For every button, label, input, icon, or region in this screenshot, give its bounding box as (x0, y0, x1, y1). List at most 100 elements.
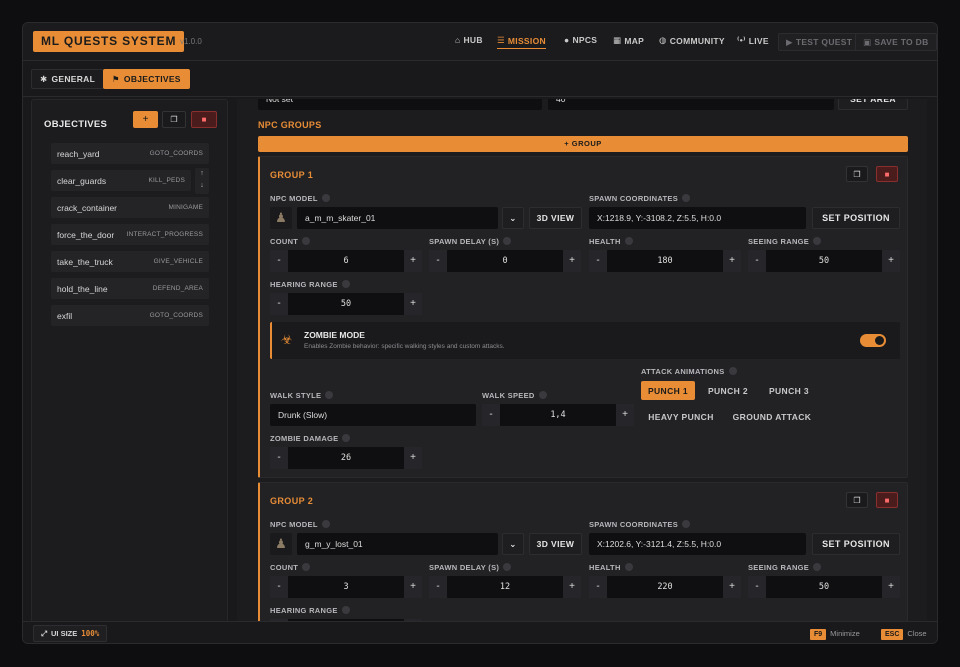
increment-button[interactable]: + (882, 576, 900, 598)
hearing-range-stepper[interactable]: -50 + (270, 293, 422, 315)
attack-chip-ground-attack[interactable]: GROUND ATTACK (732, 407, 812, 426)
help-icon (813, 237, 822, 245)
list-item[interactable]: force_the_door INTERACT_PROGRESS (51, 224, 209, 245)
increment-button[interactable]: + (616, 404, 634, 426)
decrement-button[interactable]: - (270, 447, 288, 469)
radius-field[interactable]: 40 (548, 99, 834, 110)
npc-model-input[interactable]: g_m_y_lost_01 (297, 533, 498, 555)
save-to-db-button[interactable]: ▣ SAVE TO DB (855, 33, 937, 51)
attack-chip-punch-1[interactable]: PUNCH 1 (641, 381, 695, 400)
decrement-button[interactable]: - (270, 576, 288, 598)
zombie-damage-stepper[interactable]: -26 + (270, 447, 422, 469)
globe-icon: ◍ (659, 35, 667, 45)
help-icon (302, 237, 311, 245)
reorder-control[interactable]: ↑ ↓ (195, 168, 209, 194)
spawn-coords-input[interactable]: X:1202.6, Y:-3121.4, Z:5.5, H:0.0 (589, 533, 806, 555)
decrement-button[interactable]: - (748, 576, 766, 598)
health-label: HEALTH (589, 563, 633, 572)
seeing-range-stepper[interactable]: -50 + (748, 576, 900, 598)
increment-button[interactable]: + (882, 250, 900, 272)
person-icon: ♟ (275, 536, 287, 551)
copy-icon: ❐ (853, 495, 861, 505)
list-item[interactable]: crack_container MINIGAME (51, 197, 209, 218)
count-stepper[interactable]: -6 + (270, 250, 422, 272)
app-window: ML QUESTS SYSTEM v1.0.0 ⌂ HUB ☰ MISSION ● N… (22, 22, 938, 644)
spawn-delay-label: SPAWN DELAY (S) (429, 237, 512, 246)
model-dropdown-button[interactable]: ⌄ (502, 533, 524, 555)
minimize-hint[interactable]: F9 Minimize (810, 629, 860, 640)
delete-group-button[interactable]: ■ (876, 166, 898, 182)
trash-icon: ■ (884, 495, 890, 505)
footer-bar: ⤢ UI SIZE 100% F9 Minimize ESC Close (23, 621, 937, 643)
add-objective-button[interactable]: + (133, 111, 158, 128)
duplicate-objective-button[interactable]: ❐ (162, 111, 186, 128)
increment-button[interactable]: + (404, 293, 422, 315)
resize-icon: ⤢ (41, 628, 47, 638)
decrement-button[interactable]: - (429, 576, 447, 598)
list-item[interactable]: clear_guards KILL_PEDS (51, 170, 191, 191)
nav-map[interactable]: ▦ MAP (613, 35, 644, 46)
model-dropdown-button[interactable]: ⌄ (502, 207, 524, 229)
decrement-button[interactable]: - (429, 250, 447, 272)
list-item[interactable]: take_the_truck GIVE_VEHICLE (51, 251, 209, 272)
help-icon (341, 606, 350, 614)
tab-general[interactable]: ✱ GENERAL (31, 69, 105, 89)
spawn-coords-input[interactable]: X:1218.9, Y:-3108.2, Z:5.5, H:0.0 (589, 207, 806, 229)
test-quest-button[interactable]: ▶ TEST QUEST (778, 33, 861, 51)
list-item[interactable]: reach_yard GOTO_COORDS (51, 143, 209, 164)
nav-hub[interactable]: ⌂ HUB (455, 35, 483, 45)
add-group-button[interactable]: + GROUP (258, 136, 908, 152)
spawn-delay-stepper[interactable]: -0 + (429, 250, 581, 272)
decrement-button[interactable]: - (589, 250, 607, 272)
set-position-button[interactable]: SET POSITION (812, 207, 900, 229)
nav-live[interactable]: ⁽•⁾ LIVE (737, 35, 769, 46)
decrement-button[interactable]: - (270, 250, 288, 272)
health-stepper[interactable]: -180 + (589, 250, 741, 272)
nav-mission[interactable]: ☰ MISSION (497, 35, 546, 49)
play-icon: ▶ (786, 36, 793, 47)
increment-button[interactable]: + (563, 576, 581, 598)
npc-model-input[interactable]: a_m_m_skater_01 (297, 207, 498, 229)
area-field[interactable]: Not set (258, 99, 542, 110)
walk-speed-stepper[interactable]: -1,4 + (482, 404, 634, 426)
increment-button[interactable]: + (723, 250, 741, 272)
increment-button[interactable]: + (404, 250, 422, 272)
set-area-button[interactable]: SET AREA (838, 99, 908, 110)
decrement-button[interactable]: - (482, 404, 500, 426)
npc-groups-title: NPC GROUPS (258, 120, 322, 130)
health-label: HEALTH (589, 237, 633, 246)
delete-objective-button[interactable]: ■ (191, 111, 217, 128)
duplicate-group-button[interactable]: ❐ (846, 166, 868, 182)
walk-style-select[interactable]: Drunk (Slow) (270, 404, 476, 426)
count-stepper[interactable]: -3 + (270, 576, 422, 598)
increment-button[interactable]: + (563, 250, 581, 272)
arrow-down-icon[interactable]: ↓ (195, 180, 209, 192)
increment-button[interactable]: + (404, 576, 422, 598)
view-3d-button[interactable]: 3D VIEW (529, 533, 582, 555)
spawn-delay-stepper[interactable]: -12 + (429, 576, 581, 598)
tab-objectives[interactable]: ⚑ OBJECTIVES (103, 69, 190, 89)
list-item[interactable]: exfil GOTO_COORDS (51, 305, 209, 326)
health-stepper[interactable]: -220 + (589, 576, 741, 598)
zombie-mode-toggle[interactable] (860, 334, 886, 347)
ui-size-control[interactable]: ⤢ UI SIZE 100% (33, 625, 108, 642)
decrement-button[interactable]: - (270, 293, 288, 315)
attack-chip-heavy-punch[interactable]: HEAVY PUNCH (645, 407, 717, 426)
view-3d-button[interactable]: 3D VIEW (529, 207, 582, 229)
nav-community[interactable]: ◍ COMMUNITY (659, 35, 725, 46)
set-position-button[interactable]: SET POSITION (812, 533, 900, 555)
delete-group-button[interactable]: ■ (876, 492, 898, 508)
attack-chip-punch-2[interactable]: PUNCH 2 (702, 381, 754, 400)
list-item[interactable]: hold_the_line DEFEND_AREA (51, 278, 209, 299)
objectives-panel: OBJECTIVES + ❐ ■ reach_yard GOTO_COORDS c… (31, 99, 228, 623)
attack-chip-punch-3[interactable]: PUNCH 3 (763, 381, 815, 400)
increment-button[interactable]: + (404, 447, 422, 469)
decrement-button[interactable]: - (748, 250, 766, 272)
duplicate-group-button[interactable]: ❐ (846, 492, 868, 508)
nav-npcs[interactable]: ● NPCS (564, 35, 597, 45)
arrow-up-icon[interactable]: ↑ (195, 168, 209, 180)
increment-button[interactable]: + (723, 576, 741, 598)
seeing-range-stepper[interactable]: -50 + (748, 250, 900, 272)
close-hint[interactable]: ESC Close (881, 629, 927, 640)
decrement-button[interactable]: - (589, 576, 607, 598)
